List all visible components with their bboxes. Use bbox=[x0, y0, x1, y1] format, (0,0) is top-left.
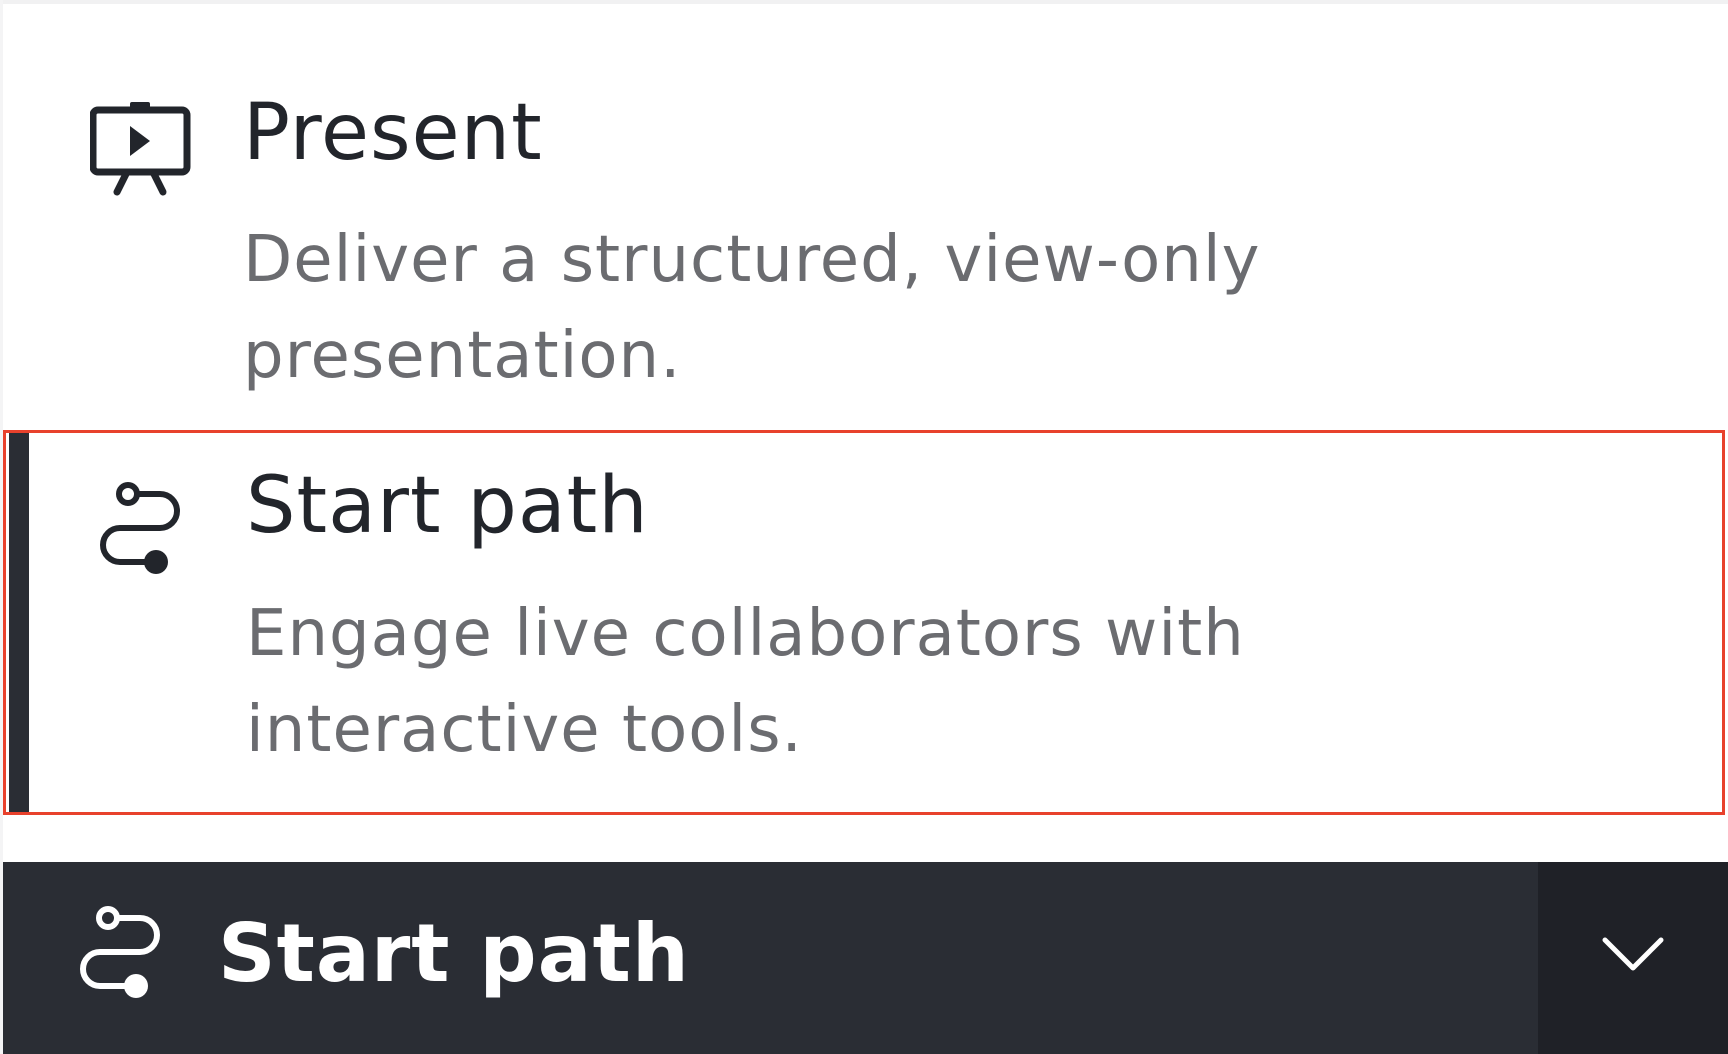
menu-option-present[interactable]: Present Deliver a structured, view-only … bbox=[3, 40, 1725, 430]
menu-option-start-path[interactable]: Start path Engage live collaborators wit… bbox=[3, 430, 1725, 815]
dropdown-toggle-button[interactable] bbox=[1538, 862, 1728, 1054]
option-title: Start path bbox=[246, 461, 649, 551]
option-description: Engage live collaborators with interacti… bbox=[246, 597, 1245, 767]
selected-indicator bbox=[9, 433, 29, 812]
path-route-icon bbox=[100, 482, 180, 574]
start-path-button[interactable]: Start path bbox=[3, 862, 1538, 1054]
chevron-down-icon bbox=[1602, 937, 1664, 971]
top-divider bbox=[0, 0, 1728, 4]
start-mode-menu: Present Deliver a structured, view-only … bbox=[0, 0, 1728, 1054]
presentation-easel-play-icon bbox=[90, 102, 191, 196]
start-split-button: Start path bbox=[3, 862, 1728, 1054]
start-path-label: Start path bbox=[218, 907, 690, 1000]
option-title: Present bbox=[243, 88, 543, 178]
option-description: Deliver a structured, view-only presenta… bbox=[243, 223, 1261, 393]
path-route-icon bbox=[80, 906, 160, 998]
